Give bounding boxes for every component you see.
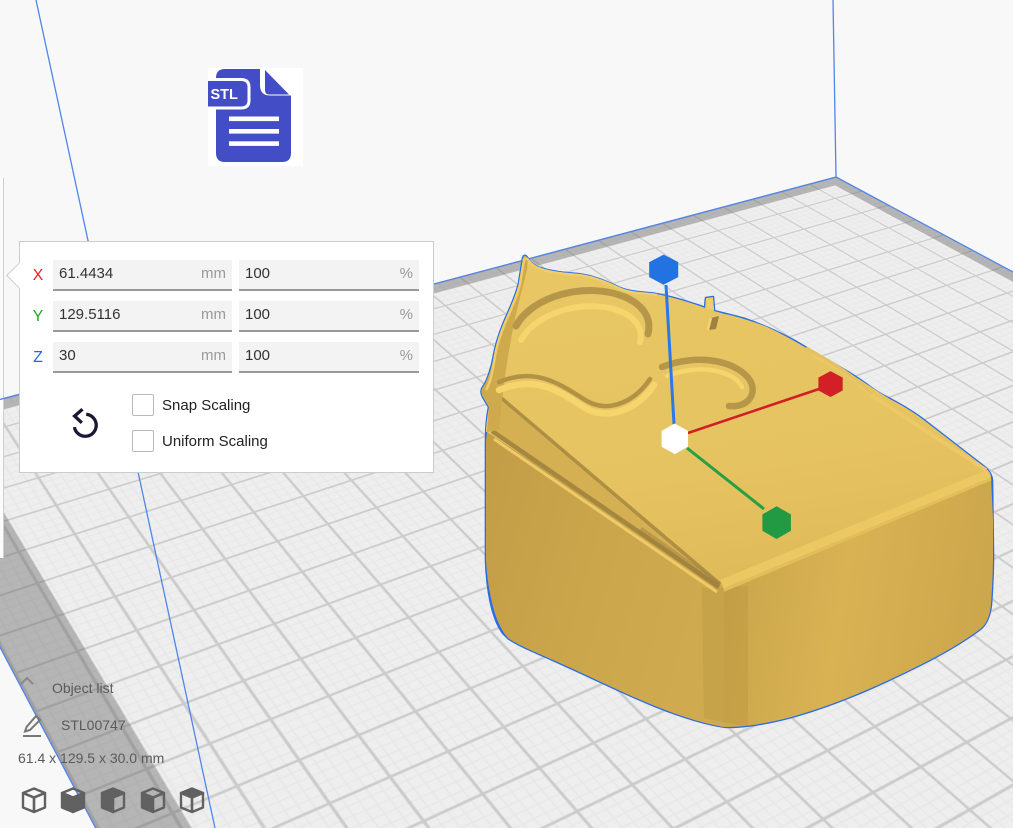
svg-text:STL: STL xyxy=(211,87,239,103)
